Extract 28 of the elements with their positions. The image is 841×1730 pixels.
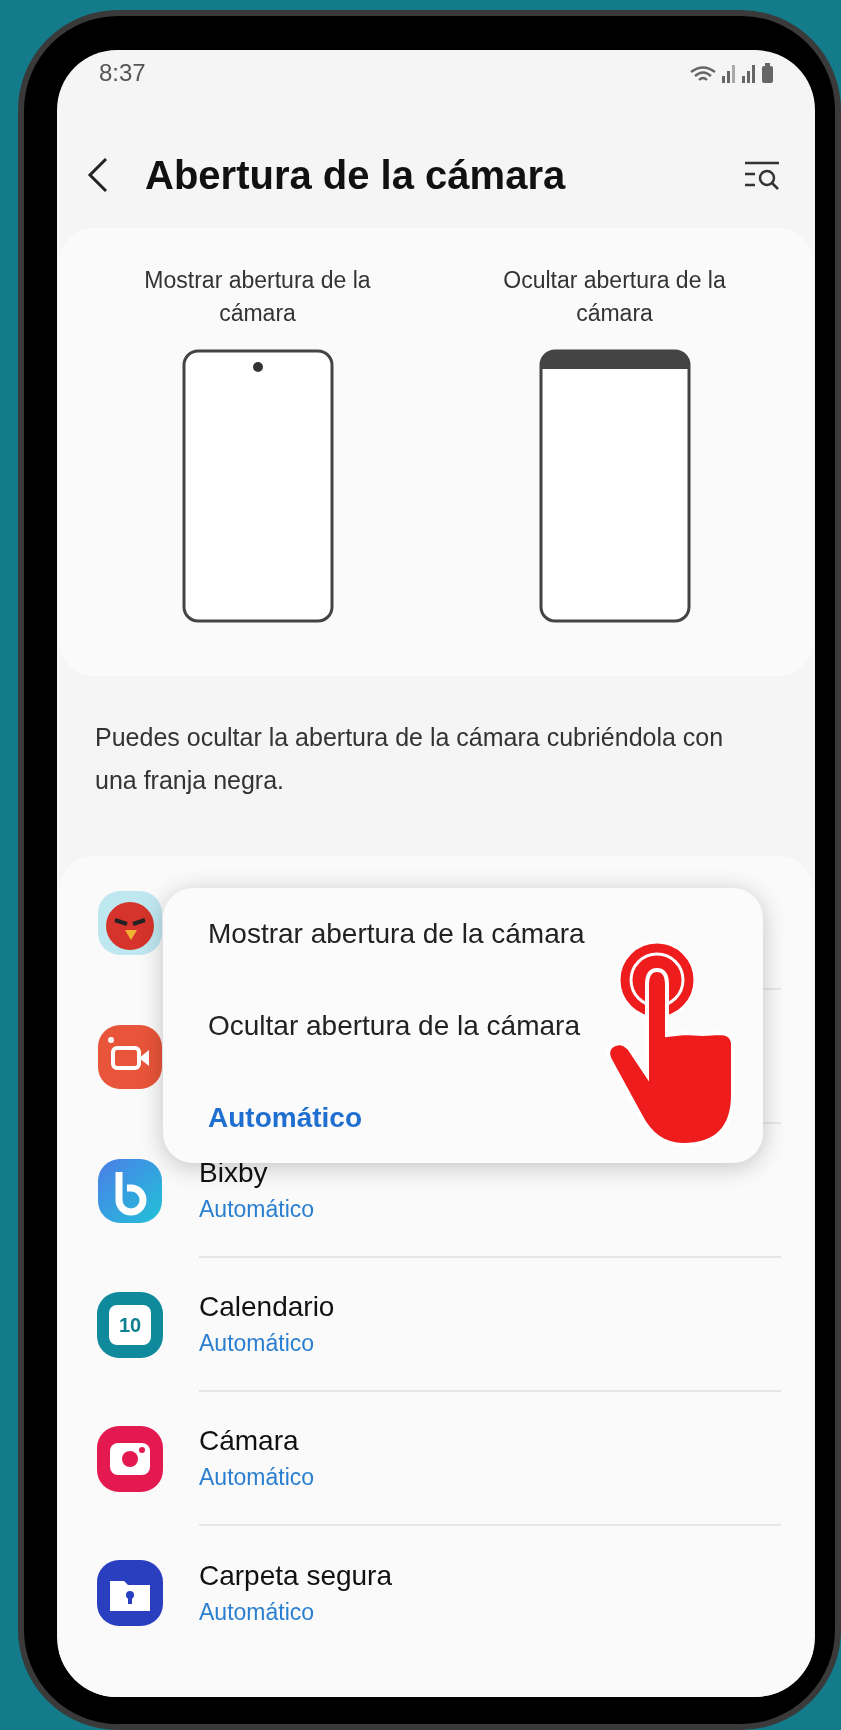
preview-label: Mostrar abertura de la cámara xyxy=(143,266,372,328)
app-setting-value: Automático xyxy=(199,1463,316,1492)
description-text: Puedes ocultar la abertura de la cámara cubriéndola con una franja negra. xyxy=(94,722,725,796)
app-setting-value: Automático xyxy=(199,1195,316,1224)
video-camera-icon[interactable] xyxy=(97,1024,163,1090)
app-name: Calendario xyxy=(199,1290,336,1324)
calendar-icon[interactable]: 10 xyxy=(97,1292,163,1358)
folder-lock-icon[interactable] xyxy=(96,1559,164,1627)
page-title: Abertura de la cámara xyxy=(145,152,567,199)
app-name: Bixby xyxy=(199,1156,269,1190)
bixby-icon[interactable] xyxy=(97,1158,163,1224)
menu-option[interactable]: Automático xyxy=(208,1097,362,1138)
signal-icon xyxy=(722,65,736,83)
signal-icon xyxy=(742,65,756,83)
app-name: Cámara xyxy=(199,1424,300,1458)
wifi-icon xyxy=(690,65,716,83)
app-name: Carpeta segura xyxy=(199,1559,393,1593)
preview-label: Ocultar abertura de la cámara xyxy=(502,266,727,328)
bird-icon[interactable] xyxy=(97,890,163,956)
back-icon[interactable] xyxy=(87,157,109,193)
camera-icon[interactable] xyxy=(96,1425,164,1493)
calendar-date: 10 xyxy=(109,1305,151,1345)
app-setting-value: Automático xyxy=(199,1598,316,1627)
app-setting-value: Automático xyxy=(199,1329,316,1358)
menu-option[interactable]: Mostrar abertura de la cámara xyxy=(208,913,585,954)
status-time: 8:37 xyxy=(99,58,146,88)
menu-option[interactable]: Ocultar abertura de la cámara xyxy=(208,1005,580,1046)
battery-icon xyxy=(762,63,773,83)
